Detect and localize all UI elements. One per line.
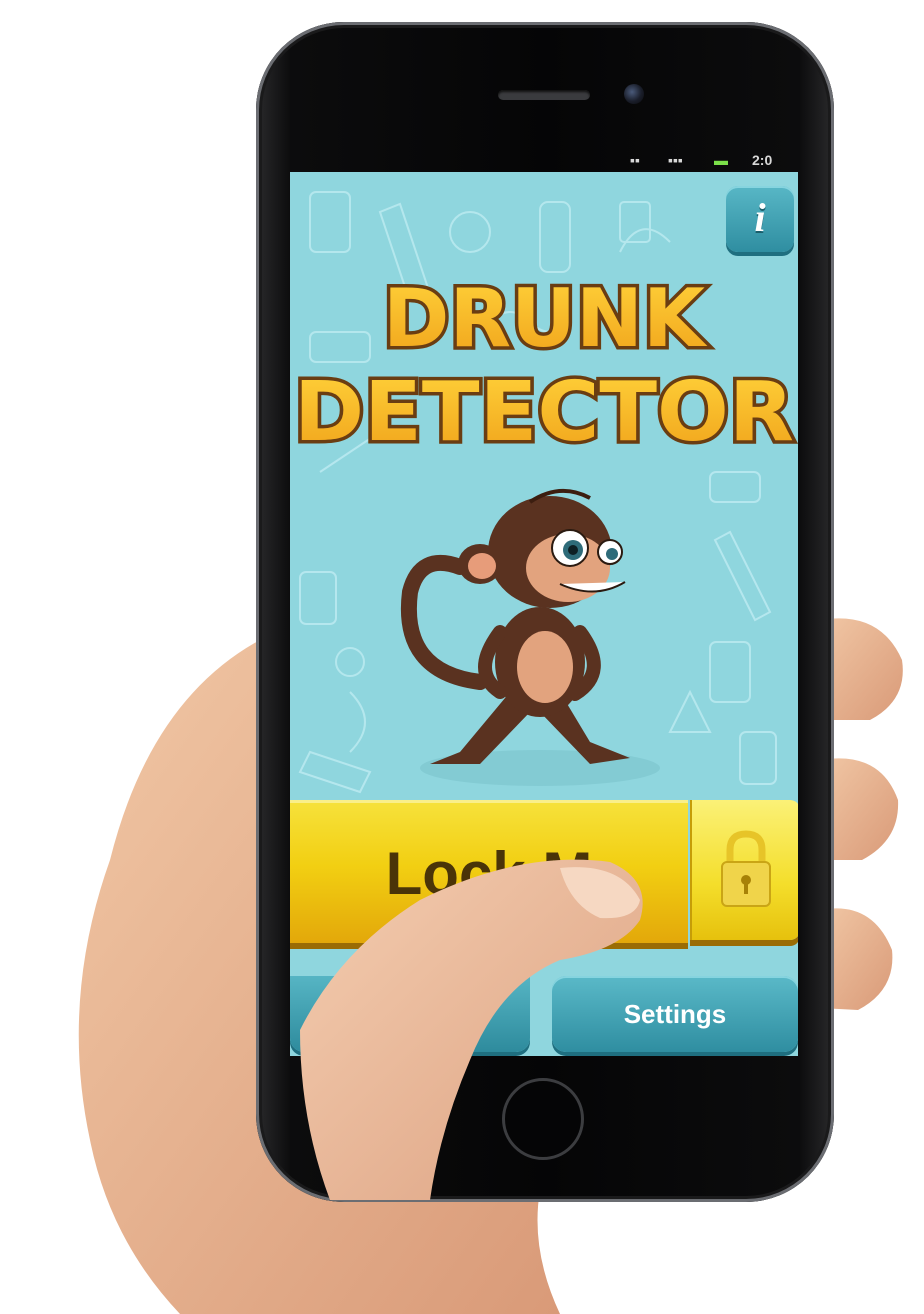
monkey-mascot (400, 488, 660, 786)
lock-me-label: Lock M (385, 839, 593, 907)
padlock-icon (721, 830, 771, 907)
status-bar: ▪▪ ▪▪▪ ▬ 2:0 (290, 146, 798, 168)
settings-label: Settings (623, 998, 727, 1029)
earpiece-speaker (498, 90, 590, 100)
status-time: 2:0 (752, 152, 773, 168)
lock-me-button[interactable]: Lock M (290, 800, 688, 943)
carrier-icon: ▪▪▪ (668, 152, 683, 168)
info-button[interactable]: i (726, 186, 794, 252)
signal-icon: ▪▪ (630, 152, 640, 168)
battery-icon: ▬ (714, 152, 728, 168)
front-camera (624, 84, 644, 104)
home-button[interactable] (502, 1078, 584, 1160)
app-screen: i DRUNK DETECTOR Lock M Settings (290, 172, 798, 1056)
settings-button[interactable]: Settings (552, 976, 798, 1052)
info-icon: i (754, 195, 766, 240)
title-line-2: DETECTOR (294, 365, 794, 460)
title-line-1: DRUNK (383, 272, 708, 365)
app-title-logo: DRUNK DETECTOR (291, 269, 798, 464)
lock-side-panel[interactable] (690, 800, 798, 940)
bottom-left-button[interactable] (290, 976, 530, 1052)
